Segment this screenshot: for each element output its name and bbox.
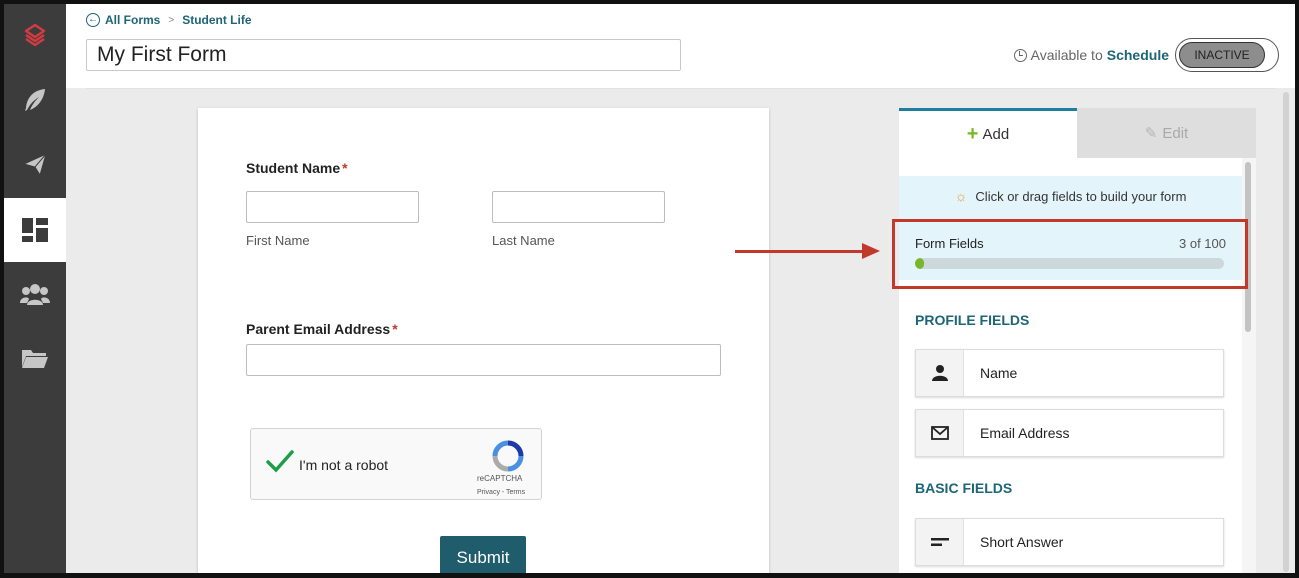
availability: Available to Schedule	[1013, 47, 1169, 63]
field-button-email-address[interactable]: Email Address	[915, 409, 1224, 457]
captcha-links[interactable]: Privacy - Terms	[477, 489, 525, 496]
basic-fields-heading: BASIC FIELDS	[915, 480, 1013, 496]
status-toggle[interactable]: INACTIVE	[1175, 38, 1279, 72]
tab-add-label: Add	[982, 126, 1010, 143]
app-window: ← All Forms > Student Life My First Form…	[0, 0, 1299, 578]
checkmark-icon[interactable]	[265, 449, 295, 473]
form-title-input[interactable]: My First Form	[86, 39, 681, 71]
tab-edit[interactable]: ✎ Edit	[1077, 108, 1256, 158]
hint-text: Click or drag fields to build your form	[975, 188, 1187, 204]
last-name-input[interactable]	[492, 191, 665, 223]
field-panel: + Add ✎ Edit ☼ Click or drag fields to b…	[899, 108, 1256, 573]
captcha-label: I'm not a robot	[299, 457, 389, 473]
feather-icon[interactable]	[4, 68, 66, 132]
field-button-short-answer[interactable]: Short Answer	[915, 518, 1224, 566]
form-canvas: Student Name * First Name Last Name Paren…	[198, 108, 769, 573]
required-marker: *	[342, 160, 348, 176]
dashboard-icon[interactable]	[4, 198, 66, 262]
page-scrollbar-thumb[interactable]	[1283, 92, 1289, 572]
back-arrow-icon[interactable]: ←	[86, 13, 100, 27]
page-header: ← All Forms > Student Life My First Form…	[66, 4, 1295, 88]
annotation-highlight-box	[892, 219, 1248, 289]
recaptcha-logo-icon	[492, 440, 524, 472]
recaptcha-widget[interactable]: I'm not a robot reCAPTCHA Privacy - Term…	[250, 428, 542, 500]
field-button-label: Name	[980, 365, 1018, 381]
field-button-label: Short Answer	[980, 534, 1064, 550]
status-badge: INACTIVE	[1179, 42, 1265, 68]
plus-icon: +	[966, 123, 979, 145]
envelope-icon	[916, 410, 964, 456]
student-name-label: Student Name *	[246, 160, 348, 176]
folder-icon[interactable]	[4, 326, 66, 390]
available-to-label: Available to	[1030, 47, 1103, 63]
first-name-sublabel: First Name	[246, 233, 310, 248]
field-button-label: Email Address	[980, 425, 1070, 441]
student-name-label-text: Student Name	[246, 160, 341, 176]
breadcrumb-all-forms[interactable]: All Forms	[105, 13, 160, 27]
first-name-input[interactable]	[246, 191, 419, 223]
clock-icon	[1013, 48, 1027, 62]
required-marker: *	[392, 321, 398, 337]
groups-icon[interactable]	[4, 262, 66, 326]
header-divider	[86, 88, 1276, 89]
breadcrumb: ← All Forms > Student Life	[86, 13, 252, 27]
parent-email-label-text: Parent Email Address	[246, 321, 391, 337]
person-icon	[916, 350, 964, 396]
sidebar-nav	[4, 4, 66, 573]
parent-email-label: Parent Email Address *	[246, 321, 398, 337]
profile-fields-heading: PROFILE FIELDS	[915, 312, 1030, 328]
pencil-icon: ✎	[1144, 125, 1158, 142]
short-answer-icon	[916, 519, 964, 565]
field-button-name[interactable]: Name	[915, 349, 1224, 397]
tab-add[interactable]: + Add	[899, 108, 1077, 158]
annotation-arrow-line	[735, 250, 863, 253]
hint-banner: ☼ Click or drag fields to build your for…	[899, 176, 1242, 216]
app-logo-icon[interactable]	[4, 4, 66, 68]
captcha-brand: reCAPTCHA	[477, 474, 523, 483]
last-name-sublabel: Last Name	[492, 233, 555, 248]
annotation-arrow-head	[862, 243, 880, 259]
tab-edit-label: Edit	[1162, 124, 1189, 142]
parent-email-input[interactable]	[246, 344, 721, 376]
lightbulb-icon: ☼	[954, 188, 968, 204]
breadcrumb-separator: >	[168, 14, 175, 26]
submit-button[interactable]: Submit	[440, 536, 526, 573]
breadcrumb-current[interactable]: Student Life	[182, 13, 251, 27]
form-title-value: My First Form	[97, 43, 227, 66]
send-icon[interactable]	[4, 132, 66, 196]
schedule-link[interactable]: Schedule	[1107, 47, 1169, 63]
